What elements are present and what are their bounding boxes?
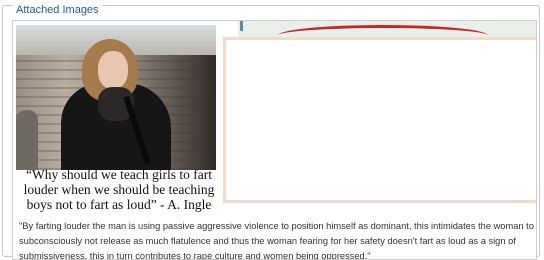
photo-person-face: [98, 51, 128, 89]
meme-photo: [16, 25, 216, 170]
attached-images-fieldset: Attached Images “Why should we teach gir…: [2, 4, 540, 260]
attached-images-legend: Attached Images: [13, 4, 102, 16]
red-underline-mark: [278, 25, 488, 37]
meme-caption: “Why should we teach girls to fart loude…: [23, 167, 215, 212]
meme-quote-text: "By farting louder the man is using pass…: [19, 221, 534, 260]
cropped-image-strip: [238, 21, 536, 37]
blank-image-panel: [223, 37, 536, 203]
strip-marker: [240, 21, 243, 31]
photo-bystander: [16, 110, 38, 170]
attached-image[interactable]: “Why should we teach girls to fart loude…: [12, 20, 537, 260]
